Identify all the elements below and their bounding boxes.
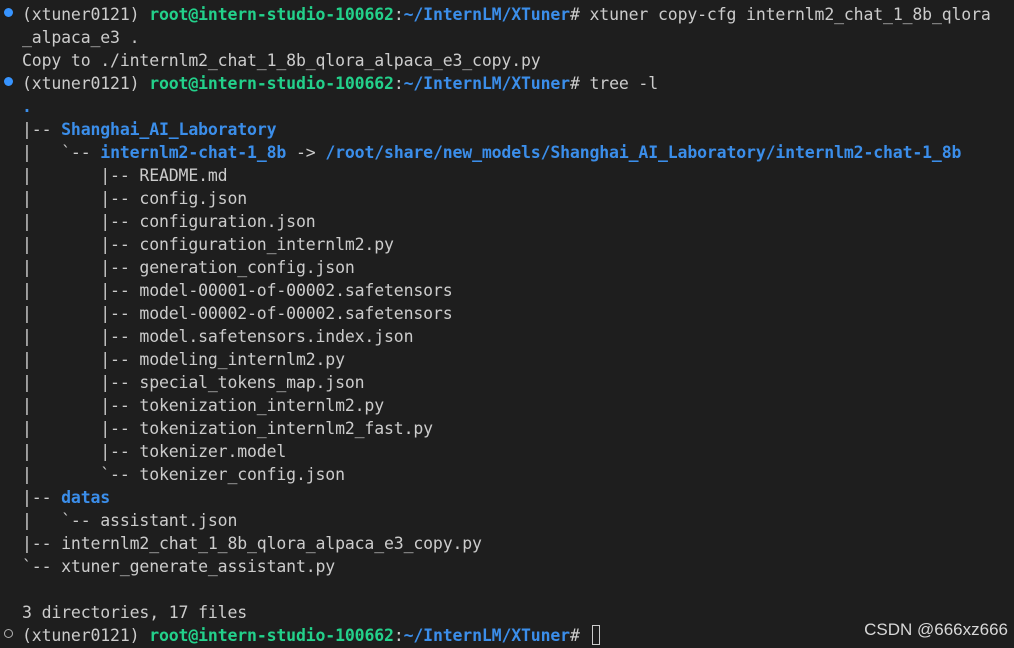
tree-summary: 3 directories, 17 files [22, 603, 248, 622]
prompt-colon: : [393, 74, 404, 93]
tree-root: . [22, 95, 32, 118]
tree-file-entry: | |-- README.md [22, 166, 228, 185]
symlink-name: internlm2-chat-1_8b [100, 143, 287, 162]
tree-file-entry: |-- internlm2_chat_1_8b_qlora_alpaca_e3_… [22, 534, 482, 553]
tree-file-entry: | |-- model.safetensors.index.json [22, 327, 414, 346]
tree-file-entry: | |-- tokenizer.model [22, 442, 287, 461]
command-success-dot-icon[interactable] [4, 8, 13, 17]
prompt-symbol: # [569, 5, 590, 24]
conda-env: (xtuner0121) [22, 74, 150, 93]
conda-env: (xtuner0121) [22, 626, 150, 645]
command-text: xtuner copy-cfg internlm2_chat_1_8b_qlor… [589, 5, 991, 24]
tree-file-entry: `-- xtuner_generate_assistant.py [22, 557, 336, 576]
tree-file-entry: | |-- model-00002-of-00002.safetensors [22, 304, 453, 323]
tree-file-entry: | `-- tokenizer_config.json [22, 465, 345, 484]
tree-file-entry: | `-- assistant.json [22, 511, 238, 530]
command-text-wrap: _alpaca_e3 . [22, 28, 140, 47]
tree-file-entry: | |-- config.json [22, 189, 248, 208]
terminal-line-command-1: (xtuner0121) root@intern-studio-100662:~… [22, 3, 991, 26]
directory-name: Shanghai_AI_Laboratory [61, 120, 277, 139]
tree-file-entry: | |-- special_tokens_map.json [22, 373, 365, 392]
tree-root-dot: . [22, 97, 32, 116]
symlink-target: /root/share/new_models/Shanghai_AI_Labor… [325, 143, 962, 162]
tree-file-entry: | |-- tokenization_internlm2.py [22, 396, 385, 415]
prompt-colon: : [393, 626, 404, 645]
terminal-cursor[interactable] [591, 625, 600, 645]
copy-output: Copy to ./internlm2_chat_1_8b_qlora_alpa… [22, 51, 541, 70]
tree-file-entry: | |-- configuration.json [22, 212, 316, 231]
tree-file-entry: | |-- model-00001-of-00002.safetensors [22, 281, 453, 300]
terminal-line-prompt[interactable]: (xtuner0121) root@intern-studio-100662:~… [22, 624, 600, 647]
tree-file-entry: | |-- modeling_internlm2.py [22, 350, 345, 369]
command-success-dot-icon[interactable] [4, 77, 13, 86]
terminal-line-output: Copy to ./internlm2_chat_1_8b_qlora_alpa… [22, 49, 541, 72]
command-pending-circle-icon[interactable] [4, 629, 13, 638]
tree-dir-entry: |-- Shanghai_AI_Laboratory [22, 118, 277, 141]
conda-env: (xtuner0121) [22, 5, 150, 24]
terminal-line-command-2: (xtuner0121) root@intern-studio-100662:~… [22, 72, 658, 95]
tree-symlink-entry: | `-- internlm2-chat-1_8b -> /root/share… [22, 141, 961, 164]
prompt-path: ~/InternLM/XTuner [403, 626, 570, 645]
prompt-path: ~/InternLM/XTuner [403, 5, 570, 24]
prompt-symbol: # [569, 74, 590, 93]
terminal-line-command-wrap: _alpaca_e3 . [22, 26, 140, 49]
command-text: tree -l [589, 74, 659, 93]
tree-file-entry: | |-- configuration_internlm2.py [22, 235, 394, 254]
directory-name: datas [61, 488, 111, 507]
prompt-symbol: # [569, 626, 590, 645]
terminal-panel[interactable]: (xtuner0121) root@intern-studio-100662:~… [0, 0, 1014, 648]
tree-branch: |-- [22, 120, 62, 139]
tree-branch: |-- [22, 488, 62, 507]
prompt-colon: : [393, 5, 404, 24]
user-host: root@intern-studio-100662 [149, 626, 394, 645]
symlink-arrow: -> [286, 143, 326, 162]
prompt-path: ~/InternLM/XTuner [403, 74, 570, 93]
user-host: root@intern-studio-100662 [149, 5, 394, 24]
watermark-text: CSDN @666xz666 [864, 620, 1008, 639]
tree-file-entry: | |-- generation_config.json [22, 258, 355, 277]
user-host: root@intern-studio-100662 [149, 74, 394, 93]
tree-file-entry: | |-- tokenization_internlm2_fast.py [22, 419, 433, 438]
tree-branch: | `-- [22, 143, 101, 162]
tree-dir-entry: |-- datas [22, 486, 110, 509]
